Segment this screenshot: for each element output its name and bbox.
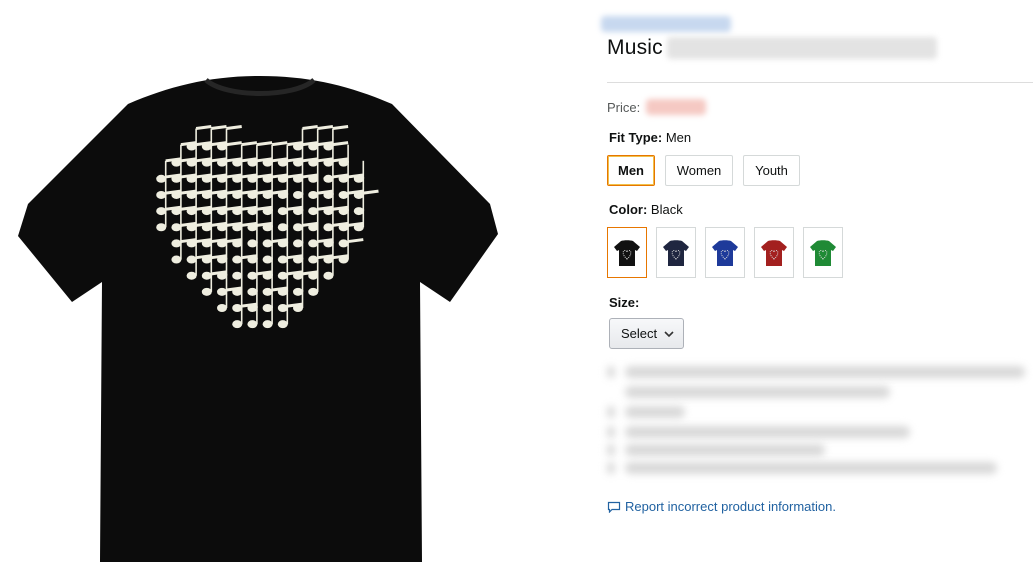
fit-type-selected: Men <box>665 130 692 145</box>
color-swatches <box>607 227 843 278</box>
product-title-redacted <box>666 37 937 59</box>
brand-link-redacted[interactable] <box>601 16 731 32</box>
product-details: Music Price: Fit Type: Men Men Women You… <box>601 0 1033 565</box>
price-row: Price: <box>607 99 707 115</box>
swatch-red[interactable] <box>754 227 794 278</box>
swatch-navy[interactable] <box>656 227 696 278</box>
fit-type-label: Fit Type: Men <box>609 130 692 145</box>
color-selected: Black <box>650 202 683 217</box>
comment-icon <box>607 501 621 513</box>
color-label: Color: Black <box>609 202 683 217</box>
product-title: Music <box>607 36 663 59</box>
swatch-black[interactable] <box>607 227 647 278</box>
fit-option-men[interactable]: Men <box>607 155 655 186</box>
tshirt-icon <box>810 239 836 266</box>
chevron-down-icon <box>664 330 674 337</box>
price-value-redacted <box>646 99 707 115</box>
size-dropdown[interactable]: Select <box>609 318 684 349</box>
tshirt-icon <box>712 239 738 266</box>
swatch-royal-blue[interactable] <box>705 227 745 278</box>
report-incorrect-info-link[interactable]: Report incorrect product information. <box>607 499 836 514</box>
size-label: Size: <box>609 295 640 310</box>
tshirt-icon <box>614 239 640 266</box>
price-label: Price: <box>607 99 641 115</box>
product-image[interactable] <box>10 64 510 564</box>
feature-bullets-redacted <box>607 362 1033 484</box>
tshirt-image <box>18 76 498 562</box>
report-link-text: Report incorrect product information. <box>625 499 836 514</box>
size-dropdown-value: Select <box>621 326 658 341</box>
tshirt-icon <box>663 239 689 266</box>
swatch-green[interactable] <box>803 227 843 278</box>
fit-option-women[interactable]: Women <box>665 155 733 186</box>
divider <box>607 82 1033 83</box>
tshirt-icon <box>761 239 787 266</box>
product-title-row: Music <box>607 36 937 60</box>
fit-type-options: Men Women Youth <box>607 155 800 186</box>
fit-option-youth[interactable]: Youth <box>743 155 800 186</box>
